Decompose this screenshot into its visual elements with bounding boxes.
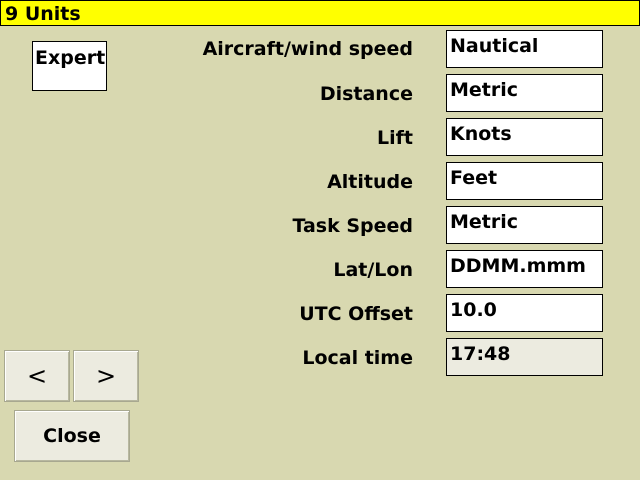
altitude-label: Altitude	[327, 171, 413, 193]
distance-label: Distance	[319, 83, 413, 105]
local-time-field: 17:48	[446, 338, 603, 376]
lat-lon-label: Lat/Lon	[333, 259, 413, 281]
lat-lon-value: DDMM.mmm	[450, 255, 586, 277]
task-speed-value: Metric	[450, 211, 519, 233]
previous-page-button[interactable]: <	[4, 350, 70, 402]
aircraft-wind-speed-value: Nautical	[450, 35, 539, 57]
close-button[interactable]: Close	[14, 410, 130, 462]
task-speed-label: Task Speed	[292, 215, 413, 237]
expert-toggle-label: Expert	[35, 47, 106, 69]
aircraft-wind-speed-label: Aircraft/wind speed	[202, 38, 413, 60]
title-bar: 9 Units	[0, 0, 640, 26]
page-title: 9 Units	[5, 3, 81, 25]
altitude-value: Feet	[450, 167, 498, 189]
local-time-label: Local time	[302, 347, 413, 369]
lift-value: Knots	[450, 123, 512, 145]
utc-offset-value: 10.0	[450, 299, 497, 321]
utc-offset-label: UTC Offset	[299, 303, 413, 325]
altitude-field[interactable]: Feet	[446, 162, 603, 200]
lift-label: Lift	[377, 127, 413, 149]
distance-field[interactable]: Metric	[446, 74, 603, 112]
distance-value: Metric	[450, 79, 519, 101]
next-page-button[interactable]: >	[73, 350, 139, 402]
expert-toggle-button[interactable]: Expert	[32, 41, 107, 91]
lat-lon-field[interactable]: DDMM.mmm	[446, 250, 603, 288]
aircraft-wind-speed-field[interactable]: Nautical	[446, 30, 603, 68]
lift-field[interactable]: Knots	[446, 118, 603, 156]
local-time-value: 17:48	[450, 343, 511, 365]
task-speed-field[interactable]: Metric	[446, 206, 603, 244]
utc-offset-field[interactable]: 10.0	[446, 294, 603, 332]
